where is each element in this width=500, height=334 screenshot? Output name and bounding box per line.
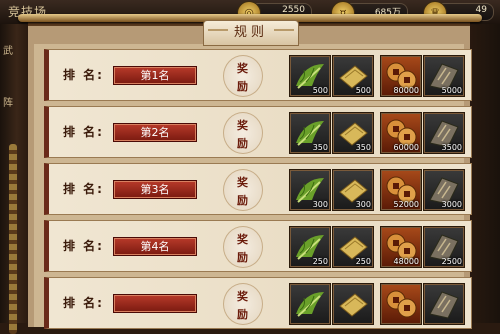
reward-item[interactable]: 3000 [423,169,465,211]
item-count: 350 [355,143,371,152]
sidebar-label-2: 阵 [3,98,13,109]
rank-value: 第2名 [113,123,197,142]
reward-item[interactable]: 350 [332,112,374,154]
reward-item[interactable] [380,283,422,325]
reward-seal: 奖励 [223,169,263,211]
reward-item[interactable]: 500 [289,55,331,97]
reward-seal: 奖励 [223,283,263,325]
left-sidebar: 武 阵 [0,24,28,334]
reward-label-bottom: 励 [237,308,248,321]
rank-row: 排 名: 第3名 奖励 300 300 52000 3000 [44,163,472,215]
item-count: 500 [355,86,371,95]
reward-label-bottom: 励 [237,137,248,150]
tab-rules[interactable]: 规则 [203,20,299,46]
reward-item[interactable]: 80000 [380,55,422,97]
rank-label: 排 名: [63,68,104,82]
item-count: 60000 [393,143,419,152]
item-count: 48000 [393,257,419,266]
bead-decoration [9,144,17,334]
item-count: 5000 [441,86,462,95]
reward-label-top: 奖 [237,233,248,246]
reward-item[interactable]: 300 [289,169,331,211]
item-count: 80000 [393,86,419,95]
reward-label-top: 奖 [237,290,248,303]
reward-item[interactable] [332,283,374,325]
reward-label-bottom: 励 [237,251,248,264]
item-count: 300 [355,200,371,209]
reward-item[interactable]: 3500 [423,112,465,154]
reward-label-top: 奖 [237,176,248,189]
item-count: 3500 [441,143,462,152]
reward-label-top: 奖 [237,62,248,75]
rank-value: 第3名 [113,180,197,199]
sidebar-label-1: 武 [3,46,13,57]
item-count: 3000 [441,200,462,209]
rank-label: 排 名: [63,125,104,139]
reward-item[interactable]: 2500 [423,226,465,268]
item-count: 500 [312,86,328,95]
reward-item[interactable]: 350 [289,112,331,154]
reward-item[interactable]: 48000 [380,226,422,268]
rank-row: 排 名: 第4名 奖励 250 250 48000 2500 [44,220,472,272]
reward-label-top: 奖 [237,119,248,132]
reward-seal: 奖励 [223,112,263,154]
item-count: 52000 [393,200,419,209]
rank-value [113,294,197,313]
rank-row: 排 名: 第2名 奖励 350 350 60000 3500 [44,106,472,158]
reward-label-bottom: 励 [237,80,248,93]
reward-label-bottom: 励 [237,194,248,207]
reward-item[interactable]: 500 [332,55,374,97]
rank-label: 排 名: [63,182,104,196]
reward-item[interactable]: 60000 [380,112,422,154]
rank-row: 排 名: 奖励 [44,277,472,329]
reward-item[interactable]: 250 [289,226,331,268]
item-count: 300 [312,200,328,209]
item-count: 250 [312,257,328,266]
rank-value: 第1名 [113,66,197,85]
rank-label: 排 名: [63,239,104,253]
reward-item[interactable]: 5000 [423,55,465,97]
reward-item[interactable] [423,283,465,325]
reward-seal: 奖励 [223,55,263,97]
item-count: 2500 [441,257,462,266]
rank-label: 排 名: [63,296,104,310]
reward-item[interactable] [289,283,331,325]
item-count: 250 [355,257,371,266]
reward-item[interactable]: 52000 [380,169,422,211]
rank-value: 第4名 [113,237,197,256]
reward-item[interactable]: 300 [332,169,374,211]
reward-seal: 奖励 [223,226,263,268]
item-count: 350 [312,143,328,152]
reward-item[interactable]: 250 [332,226,374,268]
rank-row: 排 名: 第1名 奖励 500 500 80000 5000 [44,49,472,101]
